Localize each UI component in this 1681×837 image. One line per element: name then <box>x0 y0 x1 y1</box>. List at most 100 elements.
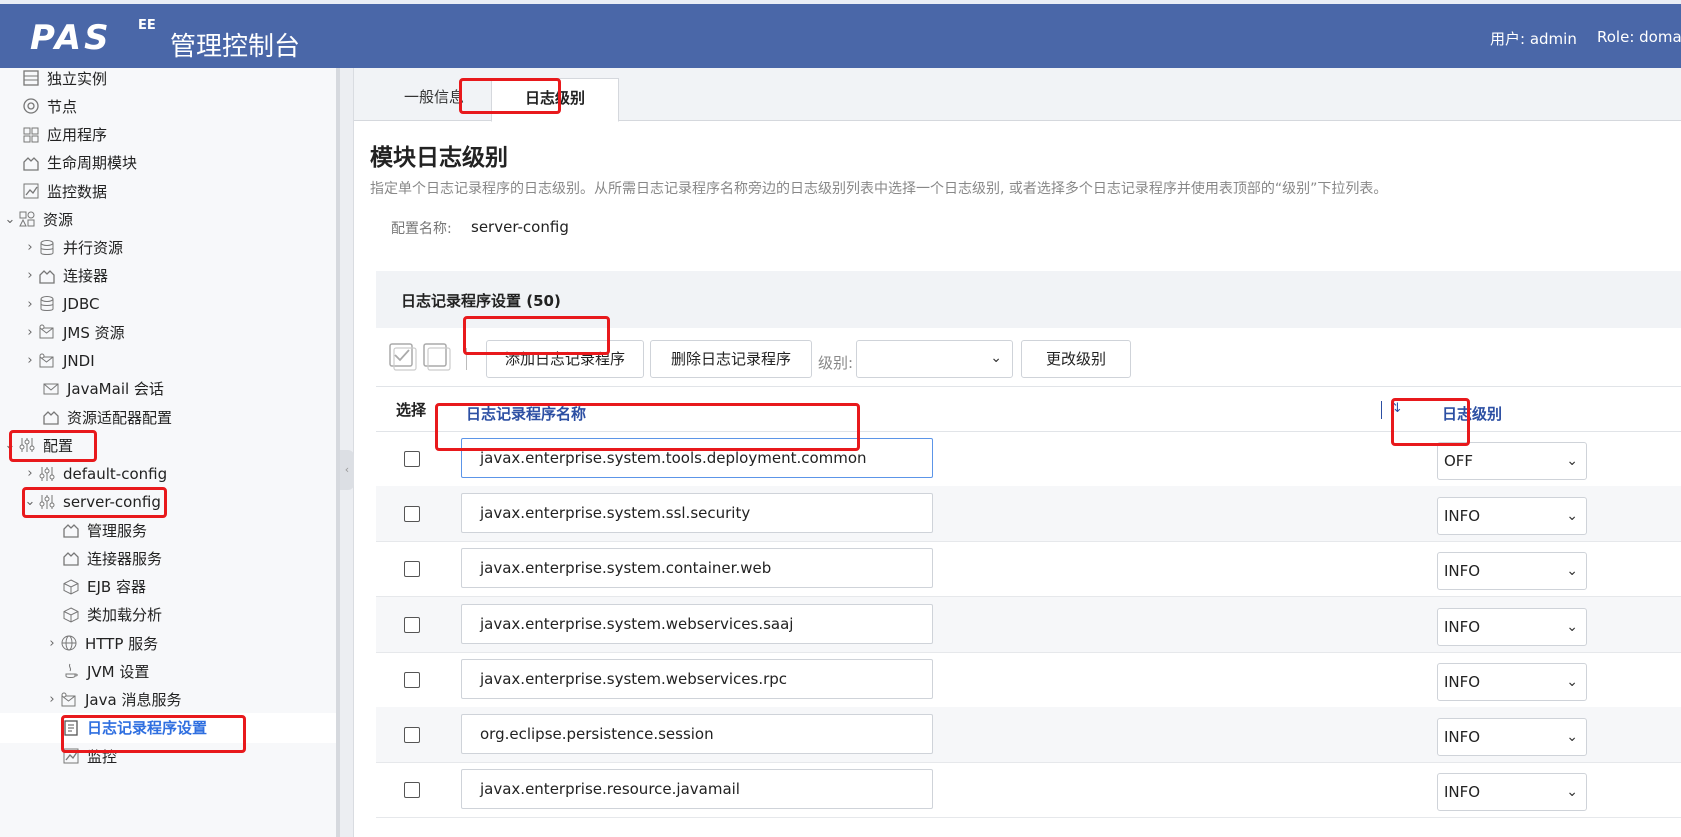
sidebar-item-20[interactable]: › HTTP 服务 <box>0 628 336 658</box>
expand-chevron-icon[interactable]: ⌄ <box>22 494 38 509</box>
level-label: 级别: <box>818 354 854 372</box>
sidebar-item-label: 并行资源 <box>63 239 124 257</box>
collapse-chevron-icon[interactable]: › <box>22 240 38 255</box>
sidebar-item-3[interactable]: 生命周期模块 <box>0 148 336 178</box>
sidebar-item-14[interactable]: › default-config <box>0 459 336 489</box>
sidebar-item-2[interactable]: 应用程序 <box>0 120 336 150</box>
log-level-value: OFF <box>1444 452 1474 470</box>
cube-icon <box>62 606 80 624</box>
module-icon <box>42 408 60 426</box>
log-level-select[interactable]: INFO ⌄ <box>1437 662 1587 701</box>
module-icon <box>38 267 56 285</box>
sidebar-item-1[interactable]: 节点 <box>0 91 336 121</box>
sidebar-item-label: 配置 <box>43 436 74 455</box>
row-select-checkbox[interactable] <box>404 506 420 523</box>
sidebar-item-15[interactable]: ⌄ server-config <box>0 487 336 517</box>
logger-name-field[interactable]: javax.enterprise.system.webservices.saaj <box>461 603 933 644</box>
sidebar-item-4[interactable]: 监控数据 <box>0 176 336 206</box>
collapse-chevron-icon[interactable]: › <box>44 636 60 651</box>
sidebar-item-24[interactable]: 监控 <box>0 741 336 771</box>
sidebar-item-23[interactable]: 日志记录程序设置 <box>0 712 336 743</box>
chevron-down-icon: ⌄ <box>990 350 1002 366</box>
collapse-chevron-icon[interactable]: › <box>22 466 38 481</box>
logger-name-field[interactable]: javax.enterprise.system.webservices.rpc <box>461 658 933 699</box>
current-role: Role: doma <box>1597 28 1681 46</box>
column-logger-name[interactable]: 日志记录程序名称 <box>466 403 586 424</box>
sort-divider <box>1381 401 1382 419</box>
sidebar-item-12[interactable]: 资源适配器配置 <box>0 402 336 432</box>
page-title: 模块日志级别 <box>370 145 508 171</box>
collapse-sidebar-handle[interactable]: ‹ <box>340 450 354 490</box>
sidebar-item-21[interactable]: JVM 设置 <box>0 656 336 686</box>
logger-name-field[interactable]: javax.enterprise.system.container.web <box>461 548 933 589</box>
sidebar-item-label: default-config <box>63 464 168 483</box>
table-title-bar: 日志记录程序设置 (50) <box>376 271 1681 328</box>
collapse-chevron-icon[interactable]: › <box>22 297 38 312</box>
row-select-checkbox[interactable] <box>404 727 420 743</box>
log-level-select[interactable]: INFO ⌄ <box>1437 718 1587 756</box>
collapse-chevron-icon[interactable]: › <box>22 325 38 340</box>
row-select-checkbox[interactable] <box>404 451 420 467</box>
expand-chevron-icon[interactable]: ⌄ <box>2 212 18 227</box>
column-log-level[interactable]: 日志级别 <box>1442 403 1502 424</box>
log-level-value: INFO <box>1444 672 1481 691</box>
logger-name-field[interactable]: org.eclipse.persistence.session <box>461 714 933 754</box>
sidebar-item-label: 资源 <box>43 210 74 229</box>
select-all-icon[interactable] <box>388 340 418 372</box>
row-select-checkbox[interactable] <box>404 616 420 633</box>
top-header: PAS EE 管理控制台 用户: admin Role: doma <box>0 0 1681 68</box>
sidebar-item-label: 独立实例 <box>47 69 108 88</box>
sidebar-item-11[interactable]: JavaMail 会话 <box>0 374 336 404</box>
sidebar-item-9[interactable]: › JMS 资源 <box>0 317 336 347</box>
sidebar-item-8[interactable]: › JDBC <box>0 289 336 319</box>
bulk-level-select[interactable]: ⌄ <box>856 340 1013 378</box>
sidebar-item-label: JVM 设置 <box>87 662 150 681</box>
chevron-down-icon: ⌄ <box>1566 673 1578 690</box>
tab-general-info[interactable]: 一般信息 <box>384 78 484 120</box>
sidebar-item-19[interactable]: 类加载分析 <box>0 600 336 630</box>
table-row: javax.enterprise.resource.javamail INFO ⌄ <box>376 762 1681 819</box>
expand-chevron-icon[interactable]: ⌄ <box>2 438 18 453</box>
sidebar-item-label: EJB 容器 <box>87 578 146 596</box>
logger-name-field[interactable]: javax.enterprise.resource.javamail <box>461 769 933 810</box>
row-select-checkbox[interactable] <box>404 671 420 688</box>
logger-name-field[interactable]: javax.enterprise.system.tools.deployment… <box>461 438 933 478</box>
collapse-chevron-icon[interactable]: › <box>44 692 60 707</box>
navigation-sidebar: 独立实例 节点 应用程序 生命周期模块 监控数据 ⌄ 资源 › 并行资源 › 连接器 › JDBC › JM… <box>0 68 336 837</box>
log-level-select[interactable]: OFF ⌄ <box>1437 442 1587 480</box>
sidebar-item-label: 节点 <box>47 97 78 116</box>
log-level-select[interactable]: INFO ⌄ <box>1437 497 1587 536</box>
jms-icon <box>38 352 56 370</box>
sidebar-item-7[interactable]: › 连接器 <box>0 261 336 291</box>
delete-logger-button[interactable]: 删除日志记录程序 <box>650 340 812 378</box>
sidebar-item-18[interactable]: EJB 容器 <box>0 572 336 602</box>
chevron-down-icon: ⌄ <box>1566 784 1578 801</box>
log-level-select[interactable]: INFO ⌄ <box>1437 773 1587 812</box>
tab-bar: 一般信息 日志级别 <box>354 68 1681 122</box>
sidebar-item-22[interactable]: › Java 消息服务 <box>0 685 336 715</box>
collapse-chevron-icon[interactable]: › <box>22 268 38 283</box>
add-logger-button[interactable]: 添加日志记录程序 <box>486 340 644 378</box>
sidebar-item-5[interactable]: ⌄ 资源 <box>0 204 336 234</box>
database-icon <box>38 295 56 313</box>
row-select-checkbox[interactable] <box>404 782 420 799</box>
sort-icon[interactable]: ⇅ <box>1390 401 1401 416</box>
sidebar-item-10[interactable]: › JNDI <box>0 346 336 376</box>
collapse-chevron-icon[interactable]: › <box>22 353 38 368</box>
sidebar-item-0[interactable]: 独立实例 <box>0 68 336 93</box>
log-level-select[interactable]: INFO ⌄ <box>1437 607 1587 646</box>
tab-log-level[interactable]: 日志级别 <box>491 78 619 122</box>
sidebar-item-17[interactable]: 连接器服务 <box>0 543 336 573</box>
sidebar-item-label: 日志记录程序设置 <box>87 719 208 738</box>
cube-icon <box>62 578 80 596</box>
logger-name-field[interactable]: javax.enterprise.system.ssl.security <box>461 493 933 534</box>
log-level-select[interactable]: INFO ⌄ <box>1437 552 1587 591</box>
sidebar-item-6[interactable]: › 并行资源 <box>0 233 336 263</box>
sidebar-item-13[interactable]: ⌄ 配置 <box>0 430 336 460</box>
deselect-all-icon[interactable] <box>422 340 452 372</box>
sidebar-item-label: HTTP 服务 <box>85 634 159 653</box>
row-select-checkbox[interactable] <box>404 561 420 578</box>
change-level-button[interactable]: 更改级别 <box>1021 340 1131 378</box>
sidebar-item-label: JMS 资源 <box>63 323 125 342</box>
sidebar-item-16[interactable]: 管理服务 <box>0 515 336 545</box>
